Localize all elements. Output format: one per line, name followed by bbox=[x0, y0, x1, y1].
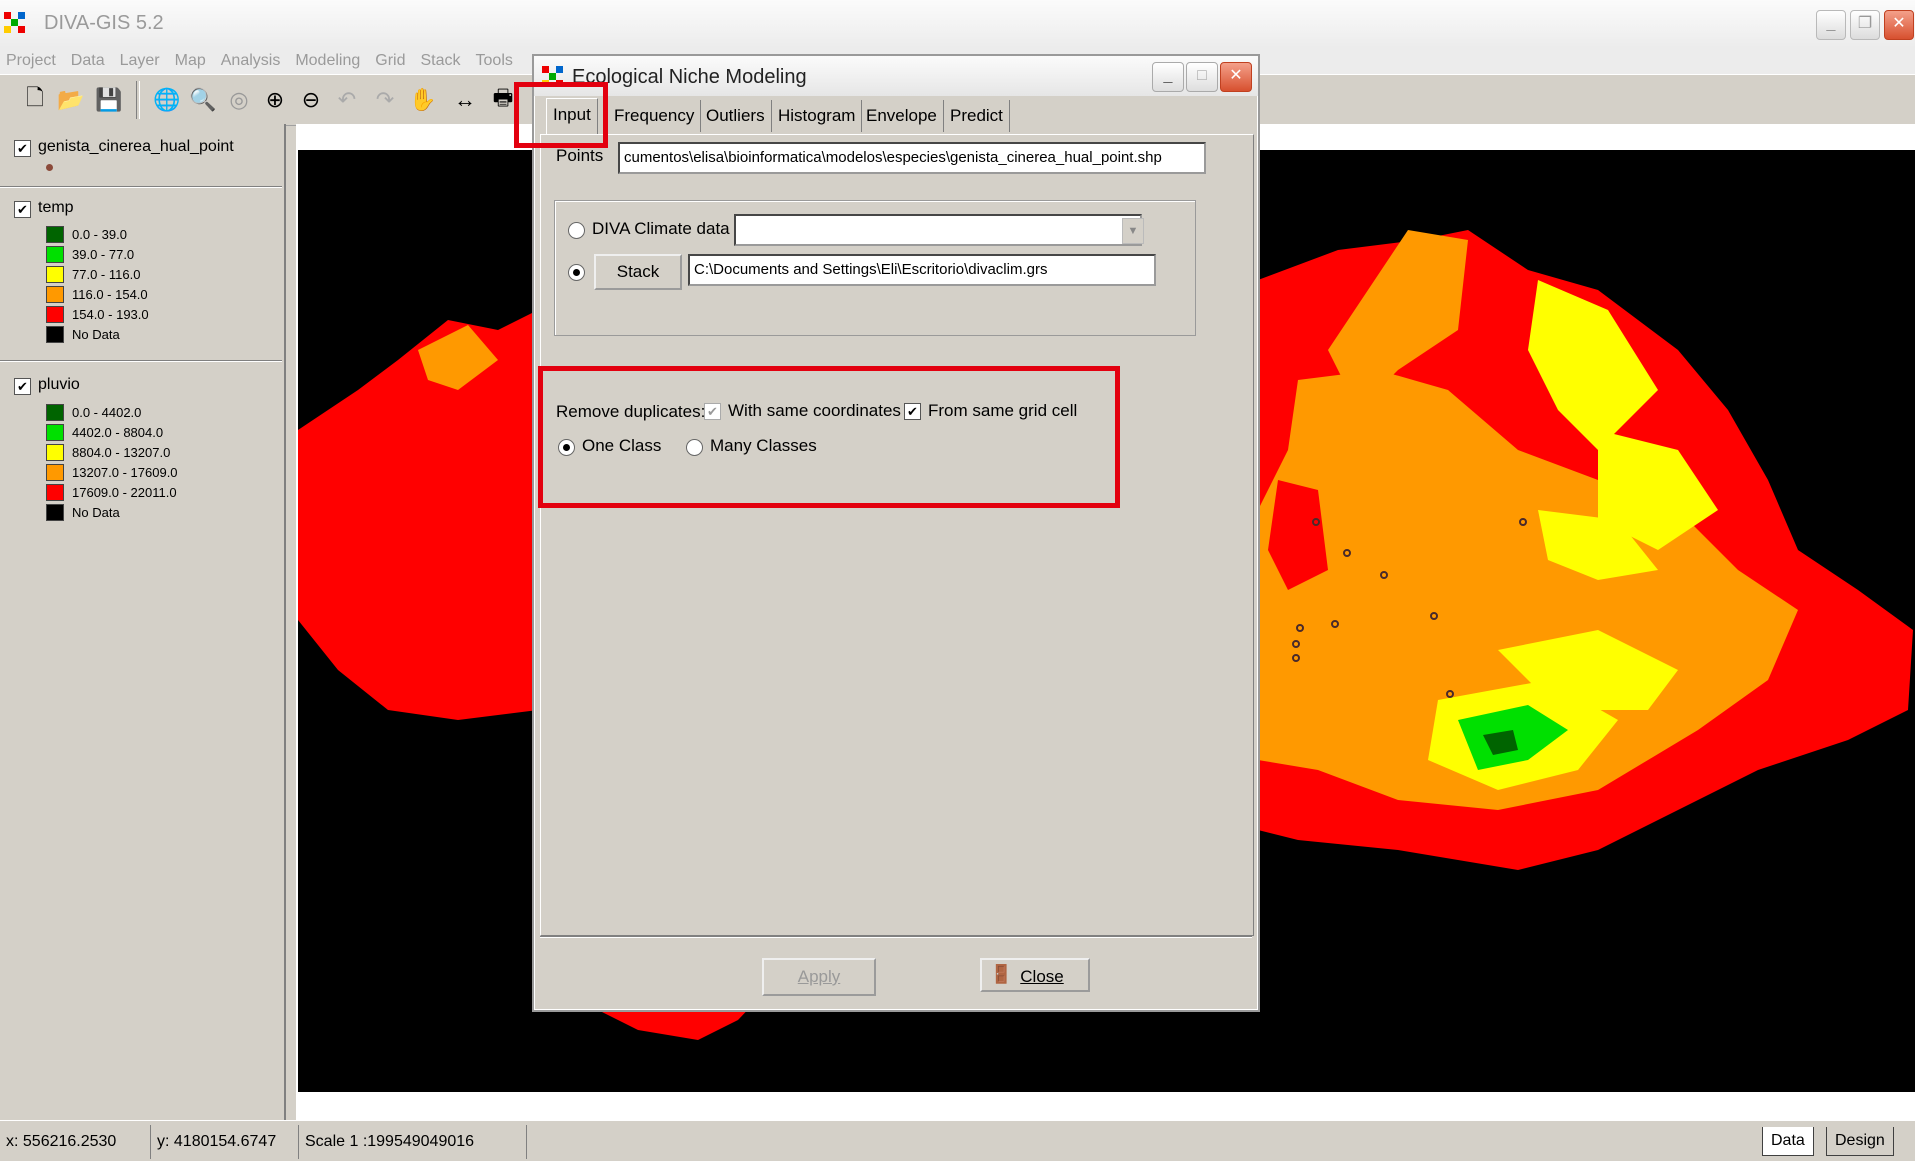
stack-radio[interactable] bbox=[568, 264, 585, 281]
apply-button[interactable]: Apply bbox=[762, 958, 876, 996]
legend-class-label: 116.0 - 154.0 bbox=[72, 287, 148, 302]
dialog-close-x-button[interactable]: ✕ bbox=[1220, 62, 1252, 92]
layer-visibility-checkbox[interactable]: ✔ bbox=[14, 140, 31, 157]
layer-name[interactable]: genista_cinerea_hual_point bbox=[38, 138, 234, 156]
points-file-field[interactable]: cumentos\elisa\bioinformatica\modelos\es… bbox=[618, 142, 1206, 174]
legend-class-label: 39.0 - 77.0 bbox=[72, 247, 135, 262]
menu-project[interactable]: Project bbox=[0, 52, 65, 70]
legend-swatch bbox=[46, 484, 64, 501]
chevron-down-icon[interactable]: ▼ bbox=[1122, 218, 1144, 244]
x-coordinate-readout: x: 556216.2530 bbox=[6, 1133, 117, 1150]
menu-data[interactable]: Data bbox=[65, 52, 114, 70]
zoom-layer-icon[interactable]: ◎ bbox=[222, 83, 256, 117]
legend-swatch bbox=[46, 266, 64, 283]
zoom-out-icon[interactable]: ⊖ bbox=[294, 83, 328, 117]
dialog-footer-divider bbox=[540, 936, 1252, 938]
legend-swatch bbox=[46, 444, 64, 461]
menu-stack[interactable]: Stack bbox=[415, 52, 470, 70]
legend-swatch bbox=[46, 226, 64, 243]
legend-swatch bbox=[46, 306, 64, 323]
menu-modeling[interactable]: Modeling bbox=[289, 52, 369, 70]
menu-map[interactable]: Map bbox=[169, 52, 215, 70]
zoom-extent-icon[interactable]: 🔍 bbox=[186, 83, 220, 117]
status-empty-panel bbox=[526, 1125, 973, 1159]
points-label: Points bbox=[556, 146, 604, 165]
tab-envelope[interactable]: Envelope bbox=[860, 100, 944, 132]
menu-layer[interactable]: Layer bbox=[114, 52, 169, 70]
legend-class-label: 0.0 - 4402.0 bbox=[72, 405, 142, 420]
legend-class-label: No Data bbox=[72, 327, 120, 342]
pan-hand-icon[interactable]: ✋ bbox=[406, 83, 440, 117]
undo-icon[interactable]: ↶ bbox=[330, 83, 364, 117]
menu-grid[interactable]: Grid bbox=[369, 52, 414, 70]
tab-data[interactable]: Data bbox=[1762, 1127, 1814, 1156]
new-file-icon[interactable]: 🗋 bbox=[18, 83, 52, 117]
layer-visibility-checkbox[interactable]: ✔ bbox=[14, 201, 31, 218]
legend-divider bbox=[0, 360, 282, 362]
tab-histogram[interactable]: Histogram bbox=[772, 100, 863, 132]
legend-swatch bbox=[46, 504, 64, 521]
y-coordinate-readout: y: 4180154.6747 bbox=[150, 1125, 297, 1159]
exit-door-icon: 🚪 bbox=[990, 964, 1013, 984]
status-bar: x: 556216.2530 y: 4180154.6747 Scale 1 :… bbox=[0, 1120, 1915, 1161]
legend-swatch bbox=[46, 404, 64, 421]
globe-icon[interactable]: 🌐 bbox=[150, 83, 184, 117]
tab-predict[interactable]: Predict bbox=[944, 100, 1010, 132]
stack-button[interactable]: Stack bbox=[594, 254, 682, 290]
minimize-button[interactable]: _ bbox=[1816, 10, 1846, 40]
legend-panel: ✔ genista_cinerea_hual_point ✔ temp 0.0 … bbox=[0, 124, 286, 1120]
diva-gis-app-icon bbox=[4, 12, 26, 34]
tab-design[interactable]: Design bbox=[1826, 1127, 1894, 1156]
legend-swatch bbox=[46, 326, 64, 343]
legend-class-label: 0.0 - 39.0 bbox=[72, 227, 127, 242]
diva-climate-radio[interactable] bbox=[568, 222, 585, 239]
legend-swatch bbox=[46, 424, 64, 441]
menu-tools[interactable]: Tools bbox=[470, 52, 522, 70]
layer-name[interactable]: pluvio bbox=[38, 376, 80, 394]
horizontal-arrows-icon[interactable]: ↔ bbox=[448, 83, 482, 117]
toolbar-separator bbox=[136, 81, 140, 119]
diva-climate-select[interactable] bbox=[734, 214, 1142, 246]
app-title-bar: DIVA-GIS 5.2 _ ❐ ✕ bbox=[0, 0, 1915, 48]
input-tab-highlight bbox=[514, 82, 608, 148]
dialog-minimize-button[interactable]: _ bbox=[1152, 62, 1184, 92]
zoom-in-icon[interactable]: ⊕ bbox=[258, 83, 292, 117]
dialog-title-bar: Ecological Niche Modeling _ □ ✕ bbox=[534, 56, 1258, 96]
diva-climate-label: DIVA Climate data bbox=[592, 219, 730, 238]
legend-class-label: 4402.0 - 8804.0 bbox=[72, 425, 164, 440]
app-title: DIVA-GIS 5.2 bbox=[44, 12, 164, 34]
legend-divider bbox=[0, 186, 282, 188]
stack-file-field[interactable]: C:\Documents and Settings\Eli\Escritorio… bbox=[688, 254, 1156, 286]
legend-class-label: 13207.0 - 17609.0 bbox=[72, 465, 178, 480]
legend-swatch bbox=[46, 286, 64, 303]
legend-class-label: 17609.0 - 22011.0 bbox=[72, 485, 177, 500]
open-folder-icon[interactable]: 📂 bbox=[54, 83, 88, 117]
legend-class-label: 8804.0 - 13207.0 bbox=[72, 445, 171, 460]
layer-visibility-checkbox[interactable]: ✔ bbox=[14, 378, 31, 395]
legend-class-label: 154.0 - 193.0 bbox=[72, 307, 149, 322]
save-icon[interactable]: 💾 bbox=[92, 83, 126, 117]
redo-icon[interactable]: ↷ bbox=[368, 83, 402, 117]
legend-swatch bbox=[46, 464, 64, 481]
tab-outliers[interactable]: Outliers bbox=[700, 100, 772, 132]
close-window-button[interactable]: ✕ bbox=[1884, 10, 1914, 40]
layer-name[interactable]: temp bbox=[38, 199, 74, 217]
scale-readout: Scale 1 :199549049016 bbox=[298, 1125, 525, 1159]
tab-frequency[interactable]: Frequency bbox=[608, 100, 702, 132]
remove-duplicates-highlight bbox=[538, 366, 1120, 508]
legend-class-label: No Data bbox=[72, 505, 120, 520]
point-symbol-icon bbox=[46, 164, 53, 171]
dialog-maximize-button[interactable]: □ bbox=[1186, 62, 1218, 92]
restore-button[interactable]: ❐ bbox=[1850, 10, 1880, 40]
legend-class-label: 77.0 - 116.0 bbox=[72, 267, 141, 282]
menu-analysis[interactable]: Analysis bbox=[215, 52, 290, 70]
ecological-niche-modeling-dialog: Ecological Niche Modeling _ □ ✕ Input Fr… bbox=[532, 54, 1260, 1012]
legend-swatch bbox=[46, 246, 64, 263]
